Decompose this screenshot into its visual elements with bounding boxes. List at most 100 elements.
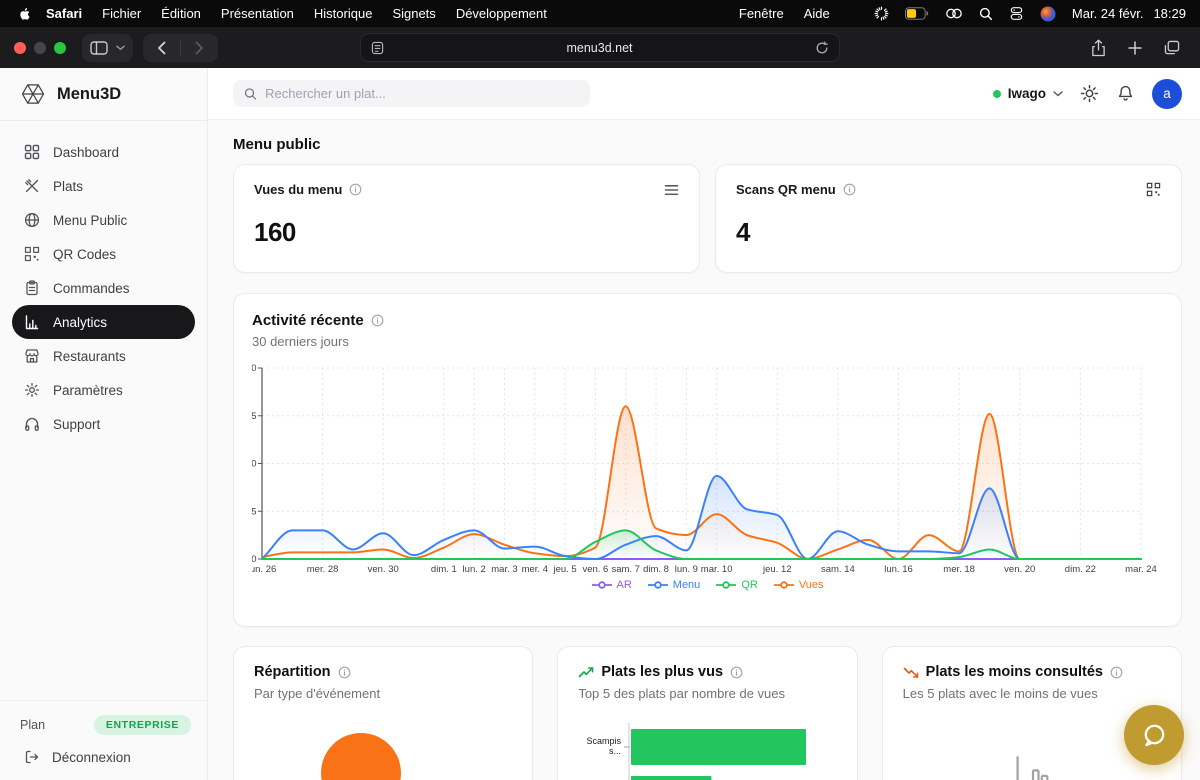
theme-toggle-button[interactable] bbox=[1080, 84, 1099, 103]
sidebar-item-analytics[interactable]: Analytics bbox=[12, 305, 195, 339]
sidebar-chevron-icon[interactable] bbox=[116, 45, 125, 51]
reload-icon[interactable] bbox=[815, 41, 829, 55]
logout-icon bbox=[24, 749, 40, 765]
menu-safari[interactable]: Safari bbox=[36, 6, 92, 21]
svg-text:dim. 22: dim. 22 bbox=[1065, 564, 1096, 575]
zoom-window-button[interactable] bbox=[54, 42, 66, 54]
activity-line-chart: 05101520lun. 26mer. 28ven. 30dim. 1lun. … bbox=[252, 361, 1163, 577]
svg-text:ven. 30: ven. 30 bbox=[368, 564, 399, 575]
legend-item-qr[interactable]: QR bbox=[716, 579, 758, 591]
sidebar-item-dashboard[interactable]: Dashboard bbox=[12, 135, 195, 169]
minimize-window-button[interactable] bbox=[34, 42, 46, 54]
info-icon[interactable] bbox=[338, 666, 351, 679]
app-logo-text: Menu3D bbox=[57, 85, 121, 104]
info-icon[interactable] bbox=[1110, 666, 1123, 679]
hotspot-link-icon[interactable] bbox=[945, 7, 963, 20]
menu-developpement[interactable]: Développement bbox=[446, 6, 557, 21]
svg-text:mar. 3: mar. 3 bbox=[491, 564, 517, 575]
sun-icon bbox=[1080, 84, 1099, 103]
tab-overview-icon[interactable] bbox=[1164, 40, 1180, 55]
new-tab-icon[interactable] bbox=[1128, 41, 1142, 55]
svg-text:sam. 7: sam. 7 bbox=[611, 564, 640, 575]
menu-fenetre[interactable]: Fenêtre bbox=[729, 6, 794, 21]
app-logo[interactable]: Menu3D bbox=[0, 68, 207, 121]
repartition-title: Répartition bbox=[254, 664, 331, 680]
notifications-button[interactable] bbox=[1116, 84, 1135, 103]
legend-line-icon bbox=[592, 581, 612, 589]
search-input[interactable] bbox=[265, 86, 579, 101]
legend-line-icon bbox=[774, 581, 794, 589]
user-picture-icon[interactable] bbox=[1040, 6, 1056, 22]
info-icon[interactable] bbox=[843, 183, 856, 196]
info-icon[interactable] bbox=[371, 314, 384, 327]
legend-item-ar[interactable]: AR bbox=[592, 579, 632, 591]
cube-logo-icon bbox=[20, 81, 46, 107]
menu-aide[interactable]: Aide bbox=[794, 6, 840, 21]
sidebar-item-qr-codes[interactable]: QR Codes bbox=[12, 237, 195, 271]
share-icon[interactable] bbox=[1091, 39, 1106, 57]
info-icon[interactable] bbox=[349, 183, 362, 196]
logout-label: Déconnexion bbox=[52, 750, 131, 765]
user-avatar[interactable]: a bbox=[1152, 79, 1182, 109]
legend-item-menu[interactable]: Menu bbox=[648, 579, 701, 591]
svg-text:lun. 16: lun. 16 bbox=[884, 564, 913, 575]
apple-menu-icon[interactable] bbox=[18, 7, 32, 21]
sidebar-item-parametres[interactable]: Paramètres bbox=[12, 373, 195, 407]
page-settings-icon[interactable] bbox=[371, 41, 384, 55]
screen: Safari Fichier Édition Présentation Hist… bbox=[0, 0, 1200, 780]
chevron-down-icon bbox=[1053, 91, 1063, 97]
bell-icon bbox=[1116, 84, 1135, 103]
svg-text:jeu. 5: jeu. 5 bbox=[552, 564, 576, 575]
brightness-star-icon[interactable] bbox=[874, 6, 889, 21]
sidebar-item-label: Support bbox=[53, 417, 100, 432]
forward-button[interactable] bbox=[189, 41, 210, 55]
legend-line-icon bbox=[716, 581, 736, 589]
sidebar-item-label: Paramètres bbox=[53, 383, 123, 398]
menu-bar-clock[interactable]: Mar. 24 févr. 18:29 bbox=[1072, 6, 1186, 21]
menu-presentation[interactable]: Présentation bbox=[211, 6, 304, 21]
repartition-donut-chart bbox=[321, 733, 401, 780]
svg-text:s...: s... bbox=[609, 746, 621, 756]
sidebar-item-restaurants[interactable]: Restaurants bbox=[12, 339, 195, 373]
clipboard-icon bbox=[24, 280, 41, 297]
control-stack-icon[interactable] bbox=[1009, 6, 1024, 21]
legend-item-vues[interactable]: Vues bbox=[774, 579, 824, 591]
top-plats-bar-chart: Scampiss... bbox=[578, 709, 837, 780]
headphones-icon bbox=[24, 416, 41, 433]
sidebar-item-plats[interactable]: Plats bbox=[12, 169, 195, 203]
menu-historique[interactable]: Historique bbox=[304, 6, 383, 21]
close-window-button[interactable] bbox=[14, 42, 26, 54]
sidebar-item-label: Restaurants bbox=[53, 349, 126, 364]
menu-signets[interactable]: Signets bbox=[382, 6, 445, 21]
svg-text:15: 15 bbox=[252, 411, 257, 422]
spotlight-search-icon[interactable] bbox=[979, 7, 993, 21]
logout-button[interactable]: Déconnexion bbox=[16, 749, 191, 765]
menu-edition[interactable]: Édition bbox=[151, 6, 211, 21]
sidebar-item-commandes[interactable]: Commandes bbox=[12, 271, 195, 305]
svg-text:ven. 20: ven. 20 bbox=[1004, 564, 1035, 575]
sidebar-item-label: Menu Public bbox=[53, 213, 127, 228]
repartition-subtitle: Par type d'événement bbox=[254, 686, 512, 701]
sidebar-item-menu-public[interactable]: Menu Public bbox=[12, 203, 195, 237]
address-bar[interactable]: menu3d.net bbox=[360, 33, 840, 62]
status-dot bbox=[993, 90, 1001, 98]
menu-fichier[interactable]: Fichier bbox=[92, 6, 151, 21]
globe-icon bbox=[24, 212, 41, 229]
chat-widget-button[interactable] bbox=[1124, 705, 1184, 765]
restaurant-selector[interactable]: Iwago bbox=[993, 86, 1063, 101]
svg-text:mer. 18: mer. 18 bbox=[943, 564, 975, 575]
storefront-icon bbox=[24, 348, 41, 365]
back-button[interactable] bbox=[151, 41, 172, 55]
sidebar-toggle-icon[interactable] bbox=[90, 41, 108, 55]
info-icon[interactable] bbox=[730, 666, 743, 679]
svg-text:mar. 10: mar. 10 bbox=[701, 564, 733, 575]
stat-value: 4 bbox=[736, 217, 1161, 248]
cutlery-icon bbox=[24, 178, 41, 195]
battery-icon[interactable] bbox=[905, 7, 929, 20]
app-header: Iwago a bbox=[208, 68, 1200, 120]
search-bar[interactable] bbox=[233, 80, 590, 107]
macos-menu-bar: Safari Fichier Édition Présentation Hist… bbox=[0, 0, 1200, 27]
legend-label: Menu bbox=[673, 579, 701, 591]
app-sidebar: Menu3D Dashboard Plats Menu Public QR C bbox=[0, 68, 208, 780]
sidebar-item-support[interactable]: Support bbox=[12, 407, 195, 441]
